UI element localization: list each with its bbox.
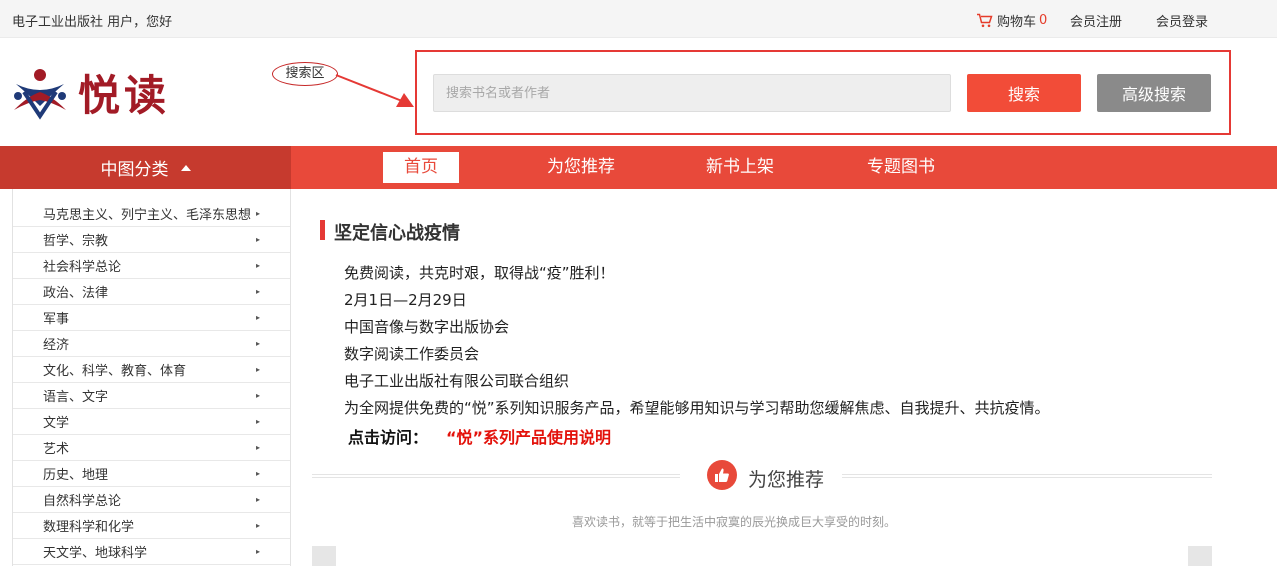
chevron-right-icon: ▸ — [255, 417, 260, 426]
top-bar: 电子工业出版社 用户，您好 购物车 0 会员注册 会员登录 — [0, 0, 1277, 38]
sidebar-item[interactable]: 语言、文字 ▸ — [13, 383, 290, 409]
section-marker — [320, 220, 325, 240]
sidebar-item-label: 艺术 — [43, 442, 70, 457]
chevron-right-icon: ▸ — [255, 209, 260, 218]
chevron-right-icon: ▸ — [255, 235, 260, 244]
chevron-right-icon: ▸ — [255, 547, 260, 556]
category-label: 中图分类 — [100, 160, 169, 180]
chevron-right-icon: ▸ — [255, 495, 260, 504]
sidebar-item[interactable]: 政治、法律 ▸ — [13, 279, 290, 305]
cart-label: 购物车 — [997, 15, 1037, 30]
logo-emblem-icon — [14, 68, 66, 120]
chevron-right-icon: ▸ — [255, 287, 260, 296]
section-title: 坚定信心战疫情 — [334, 223, 460, 244]
nav-tab-topics[interactable]: 专题图书 — [863, 152, 939, 183]
login-link[interactable]: 会员登录 — [1156, 11, 1208, 30]
logo-text: 悦读 — [78, 71, 171, 120]
nav-tab-home[interactable]: 首页 — [383, 152, 459, 183]
sidebar-item-label: 经济 — [43, 338, 70, 353]
recommend-title: 为您推荐 — [748, 469, 825, 491]
sidebar-item[interactable]: 文化、科学、教育、体育 ▸ — [13, 357, 290, 383]
announcement-line: 免费阅读，共克时艰，取得战“疫”胜利！ — [344, 264, 615, 282]
announcement-line: 2月1日—2月29日 — [344, 291, 467, 309]
announcement-line: 数字阅读工作委员会 — [344, 345, 480, 363]
sidebar-item-label: 马克思主义、列宁主义、毛泽东思想 — [43, 208, 252, 223]
register-link[interactable]: 会员注册 — [1070, 11, 1122, 30]
divider-left — [312, 474, 680, 478]
category-dropdown[interactable]: 中图分类 — [0, 146, 291, 189]
sidebar-item[interactable]: 社会科学总论 ▸ — [13, 253, 290, 279]
sidebar-item-label: 政治、法律 — [43, 286, 109, 301]
divider-right — [842, 474, 1212, 478]
sidebar-item-label: 历史、地理 — [43, 468, 109, 483]
sidebar-item[interactable]: 文学 ▸ — [13, 409, 290, 435]
nav-tab-recommend[interactable]: 为您推荐 — [543, 152, 619, 183]
sidebar-item-label: 文化、科学、教育、体育 — [43, 364, 187, 379]
sidebar-item[interactable]: 经济 ▸ — [13, 331, 290, 357]
caret-up-icon — [180, 164, 191, 171]
cart-count: 0 — [1039, 13, 1048, 28]
sidebar-item-label: 哲学、宗教 — [43, 234, 109, 249]
site-logo[interactable]: 悦读 — [10, 62, 170, 123]
sidebar-item-label: 社会科学总论 — [43, 260, 122, 275]
recommend-subtitle: 喜欢读书，就等于把生活中寂寞的辰光换成巨大享受的时刻。 — [572, 515, 897, 529]
chevron-right-icon: ▸ — [255, 391, 260, 400]
sidebar-item[interactable]: 艺术 ▸ — [13, 435, 290, 461]
sidebar-item-label: 军事 — [43, 312, 70, 327]
sidebar-item-label: 语言、文字 — [43, 390, 109, 405]
sidebar-item-label: 文学 — [43, 416, 70, 431]
sidebar-item[interactable]: 历史、地理 ▸ — [13, 461, 290, 487]
annotation-arrow-icon — [335, 74, 414, 107]
sidebar-item[interactable]: 天文学、地球科学 ▸ — [13, 539, 290, 565]
user-greeting: 电子工业出版社 用户，您好 — [12, 15, 173, 30]
announcement-line: 中国音像与数字出版协会 — [344, 318, 510, 336]
chevron-right-icon: ▸ — [255, 261, 260, 270]
visit-label: 点击访问： — [348, 428, 429, 447]
cart-icon — [977, 13, 993, 28]
announcement-line: 为全网提供免费的“悦”系列知识服务产品，希望能够用知识与学习帮助您缓解焦虑、自我… — [344, 399, 1050, 417]
cart-link[interactable]: 购物车 0 — [976, 11, 1047, 30]
category-sidebar: 马克思主义、列宁主义、毛泽东思想 ▸ 哲学、宗教 ▸ 社会科学总论 ▸ 政治、法律 ▸ … — [12, 189, 291, 566]
search-input[interactable] — [433, 74, 951, 112]
sidebar-item[interactable]: 马克思主义、列宁主义、毛泽东思想 ▸ — [13, 189, 290, 227]
sidebar-item-label: 数理科学和化学 — [43, 520, 135, 535]
product-guide-link[interactable]: “悦”系列产品使用说明 — [446, 424, 611, 448]
sidebar-item-label: 天文学、地球科学 — [43, 546, 148, 561]
nav-tab-new-books[interactable]: 新书上架 — [702, 152, 778, 183]
sidebar-item[interactable]: 数理科学和化学 ▸ — [13, 513, 290, 539]
sidebar-item[interactable]: 哲学、宗教 ▸ — [13, 227, 290, 253]
sidebar-item[interactable]: 自然科学总论 ▸ — [13, 487, 290, 513]
chevron-right-icon: ▸ — [255, 443, 260, 452]
sidebar-item-label: 自然科学总论 — [43, 494, 122, 509]
sidebar-item[interactable]: 军事 ▸ — [13, 305, 290, 331]
advanced-search-button[interactable]: 高级搜索 — [1097, 74, 1211, 112]
annotation-bubble: 搜索区 — [272, 62, 338, 86]
carousel-next-button[interactable] — [1188, 546, 1212, 566]
carousel-prev-button[interactable] — [312, 546, 336, 566]
chevron-right-icon: ▸ — [255, 339, 260, 348]
chevron-right-icon: ▸ — [255, 313, 260, 322]
chevron-right-icon: ▸ — [255, 469, 260, 478]
thumbs-up-icon — [707, 460, 737, 490]
announcement-line: 电子工业出版社有限公司联合组织 — [344, 372, 570, 390]
chevron-right-icon: ▸ — [255, 521, 260, 530]
search-button[interactable]: 搜索 — [967, 74, 1081, 112]
chevron-right-icon: ▸ — [255, 365, 260, 374]
